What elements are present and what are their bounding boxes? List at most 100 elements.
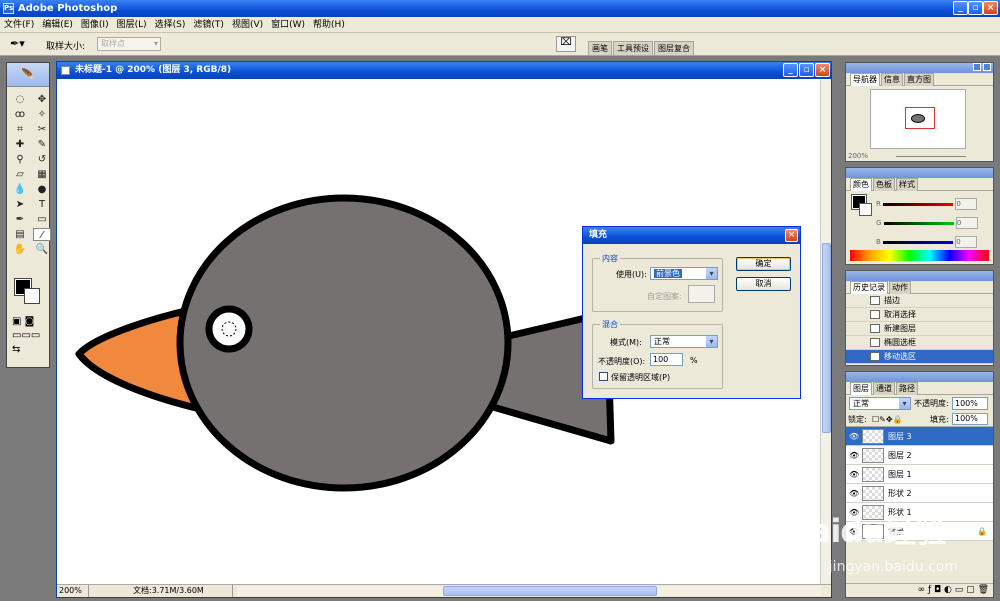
history-item[interactable]: 取消选择	[846, 308, 993, 322]
tab-actions[interactable]: 动作	[889, 281, 911, 294]
well-tab-brushes[interactable]: 画笔	[588, 41, 612, 55]
hand-tool-icon[interactable]: ✋	[11, 243, 29, 256]
cancel-button[interactable]: 取消	[736, 277, 791, 291]
menu-file[interactable]: 文件(F)	[0, 17, 38, 33]
tab-layers[interactable]: 图层	[850, 382, 872, 395]
color-panel-background[interactable]	[859, 203, 872, 216]
layer-blend-mode-dropdown[interactable]: 正常	[849, 397, 911, 410]
eye-icon[interactable]: 👁	[849, 427, 859, 446]
layer-row[interactable]: 👁 图层 3	[846, 427, 993, 446]
channel-g-value[interactable]: 0	[955, 217, 978, 229]
adjustment-layer-icon[interactable]: ◐	[944, 585, 952, 595]
preserve-transparency-checkbox[interactable]	[599, 372, 608, 381]
new-group-icon[interactable]: ▭	[955, 585, 964, 595]
zoom-tool-icon[interactable]: 🔍	[33, 243, 51, 256]
menu-layer[interactable]: 图层(L)	[113, 17, 151, 33]
document-size-info[interactable]: 文档:3.71M/3.60M	[113, 585, 233, 597]
standard-mode-icon[interactable]: ▣	[12, 316, 21, 327]
pen-tool-icon[interactable]: ✒	[11, 213, 29, 226]
move-tool-icon[interactable]: ✥	[33, 93, 51, 106]
navigator-zoom[interactable]: 200%	[848, 152, 868, 160]
history-item[interactable]: 移动选区	[846, 350, 993, 364]
file-browser-icon[interactable]: ⌧	[556, 36, 576, 52]
layer-row[interactable]: 👁 形状 2	[846, 484, 993, 503]
channel-b-slider[interactable]	[883, 240, 954, 244]
horizontal-scrollbar[interactable]	[237, 586, 821, 596]
marquee-tool-icon[interactable]: ◌	[11, 93, 29, 106]
history-item[interactable]: 椭圆选框	[846, 336, 993, 350]
panel-minimize-icon[interactable]	[973, 63, 981, 71]
minimize-button[interactable]: _	[953, 1, 968, 15]
type-tool-icon[interactable]: T	[33, 198, 51, 211]
navigator-thumbnail[interactable]	[870, 89, 966, 149]
color-spectrum-ramp[interactable]	[850, 250, 989, 261]
magic-wand-tool-icon[interactable]: ✧	[33, 108, 51, 121]
vertical-scroll-thumb[interactable]	[822, 243, 831, 433]
history-item[interactable]: 描边	[846, 294, 993, 308]
feather-logo-icon[interactable]: 🪶	[7, 63, 49, 87]
custom-pattern-picker[interactable]	[688, 285, 715, 303]
lasso-tool-icon[interactable]: ꝏ	[11, 108, 29, 121]
quickmask-mode-icon[interactable]: ◙	[25, 316, 35, 327]
layer-style-icon[interactable]: ƒ	[928, 585, 931, 595]
crop-tool-icon[interactable]: ⌗	[11, 123, 29, 136]
fill-dialog-close-button[interactable]: ×	[785, 229, 798, 242]
layer-opacity-input[interactable]: 100%	[952, 397, 988, 410]
mode-dropdown[interactable]: 正常	[650, 335, 718, 348]
blur-tool-icon[interactable]: 💧	[11, 183, 29, 196]
restore-button[interactable]: ▫	[968, 1, 983, 15]
tab-histogram[interactable]: 直方图	[904, 73, 934, 86]
channel-r-slider[interactable]	[883, 202, 954, 206]
jump-to-imageready-icon[interactable]: ⇆	[12, 344, 20, 355]
brush-tool-icon[interactable]: ✎	[33, 138, 51, 151]
layer-row[interactable]: 👁 图层 2	[846, 446, 993, 465]
opacity-input[interactable]: 100	[650, 353, 683, 366]
tab-styles[interactable]: 样式	[896, 178, 918, 191]
channel-r-value[interactable]: 0	[955, 198, 978, 210]
lock-icons[interactable]: ☐✎✥🔒	[872, 412, 903, 427]
delete-layer-icon[interactable]: 🗑	[978, 585, 989, 595]
path-selection-tool-icon[interactable]: ➤	[11, 198, 29, 211]
menu-help[interactable]: 帮助(H)	[309, 17, 349, 33]
tab-channels[interactable]: 通道	[873, 382, 895, 395]
clone-stamp-tool-icon[interactable]: ⚲	[11, 153, 29, 166]
history-brush-tool-icon[interactable]: ↺	[33, 153, 51, 166]
eraser-tool-icon[interactable]: ▱	[11, 168, 29, 181]
eyedropper-tool-preset-icon[interactable]: ✒▾	[10, 37, 36, 52]
menu-edit[interactable]: 编辑(E)	[38, 17, 77, 33]
ok-button[interactable]: 确定	[736, 257, 791, 271]
close-button[interactable]: ×	[983, 1, 998, 15]
new-layer-icon[interactable]: ▢	[966, 585, 975, 595]
layer-row[interactable]: 👁 图层 1	[846, 465, 993, 484]
menu-view[interactable]: 视图(V)	[228, 17, 267, 33]
eye-icon[interactable]: 👁	[849, 446, 859, 465]
add-mask-icon[interactable]: ◘	[934, 585, 941, 595]
notes-tool-icon[interactable]: ▤	[11, 228, 29, 241]
slice-tool-icon[interactable]: ✂	[33, 123, 51, 136]
doc-maximize-button[interactable]: ▫	[799, 63, 814, 77]
menu-filter[interactable]: 滤镜(T)	[189, 17, 228, 33]
dodge-tool-icon[interactable]: ●	[33, 183, 51, 196]
menu-window[interactable]: 窗口(W)	[267, 17, 309, 33]
eye-icon[interactable]: 👁	[849, 484, 859, 503]
horizontal-scroll-thumb[interactable]	[443, 586, 657, 596]
panel-close-icon[interactable]	[983, 63, 991, 71]
tab-navigator[interactable]: 导航器	[850, 73, 880, 86]
background-color-swatch[interactable]	[24, 288, 40, 304]
tab-color[interactable]: 颜色	[850, 178, 872, 191]
link-layers-icon[interactable]: ∞	[918, 585, 926, 595]
navigator-zoom-slider[interactable]	[896, 156, 966, 157]
use-dropdown[interactable]: 前景色	[650, 267, 718, 280]
doc-minimize-button[interactable]: _	[783, 63, 798, 77]
layer-fill-input[interactable]: 100%	[952, 413, 988, 425]
shape-tool-icon[interactable]: ▭	[33, 213, 51, 226]
doc-close-button[interactable]: ×	[815, 63, 830, 77]
healing-brush-tool-icon[interactable]: ✚	[11, 138, 29, 151]
history-item[interactable]: 新建图层	[846, 322, 993, 336]
zoom-level[interactable]: 200%	[59, 585, 89, 597]
eye-icon[interactable]: 👁	[849, 465, 859, 484]
channel-g-slider[interactable]	[883, 221, 954, 225]
screen-mode-icon[interactable]: ▭▭▭	[12, 330, 40, 341]
channel-b-value[interactable]: 0	[955, 236, 978, 248]
tab-paths[interactable]: 路径	[896, 382, 918, 395]
